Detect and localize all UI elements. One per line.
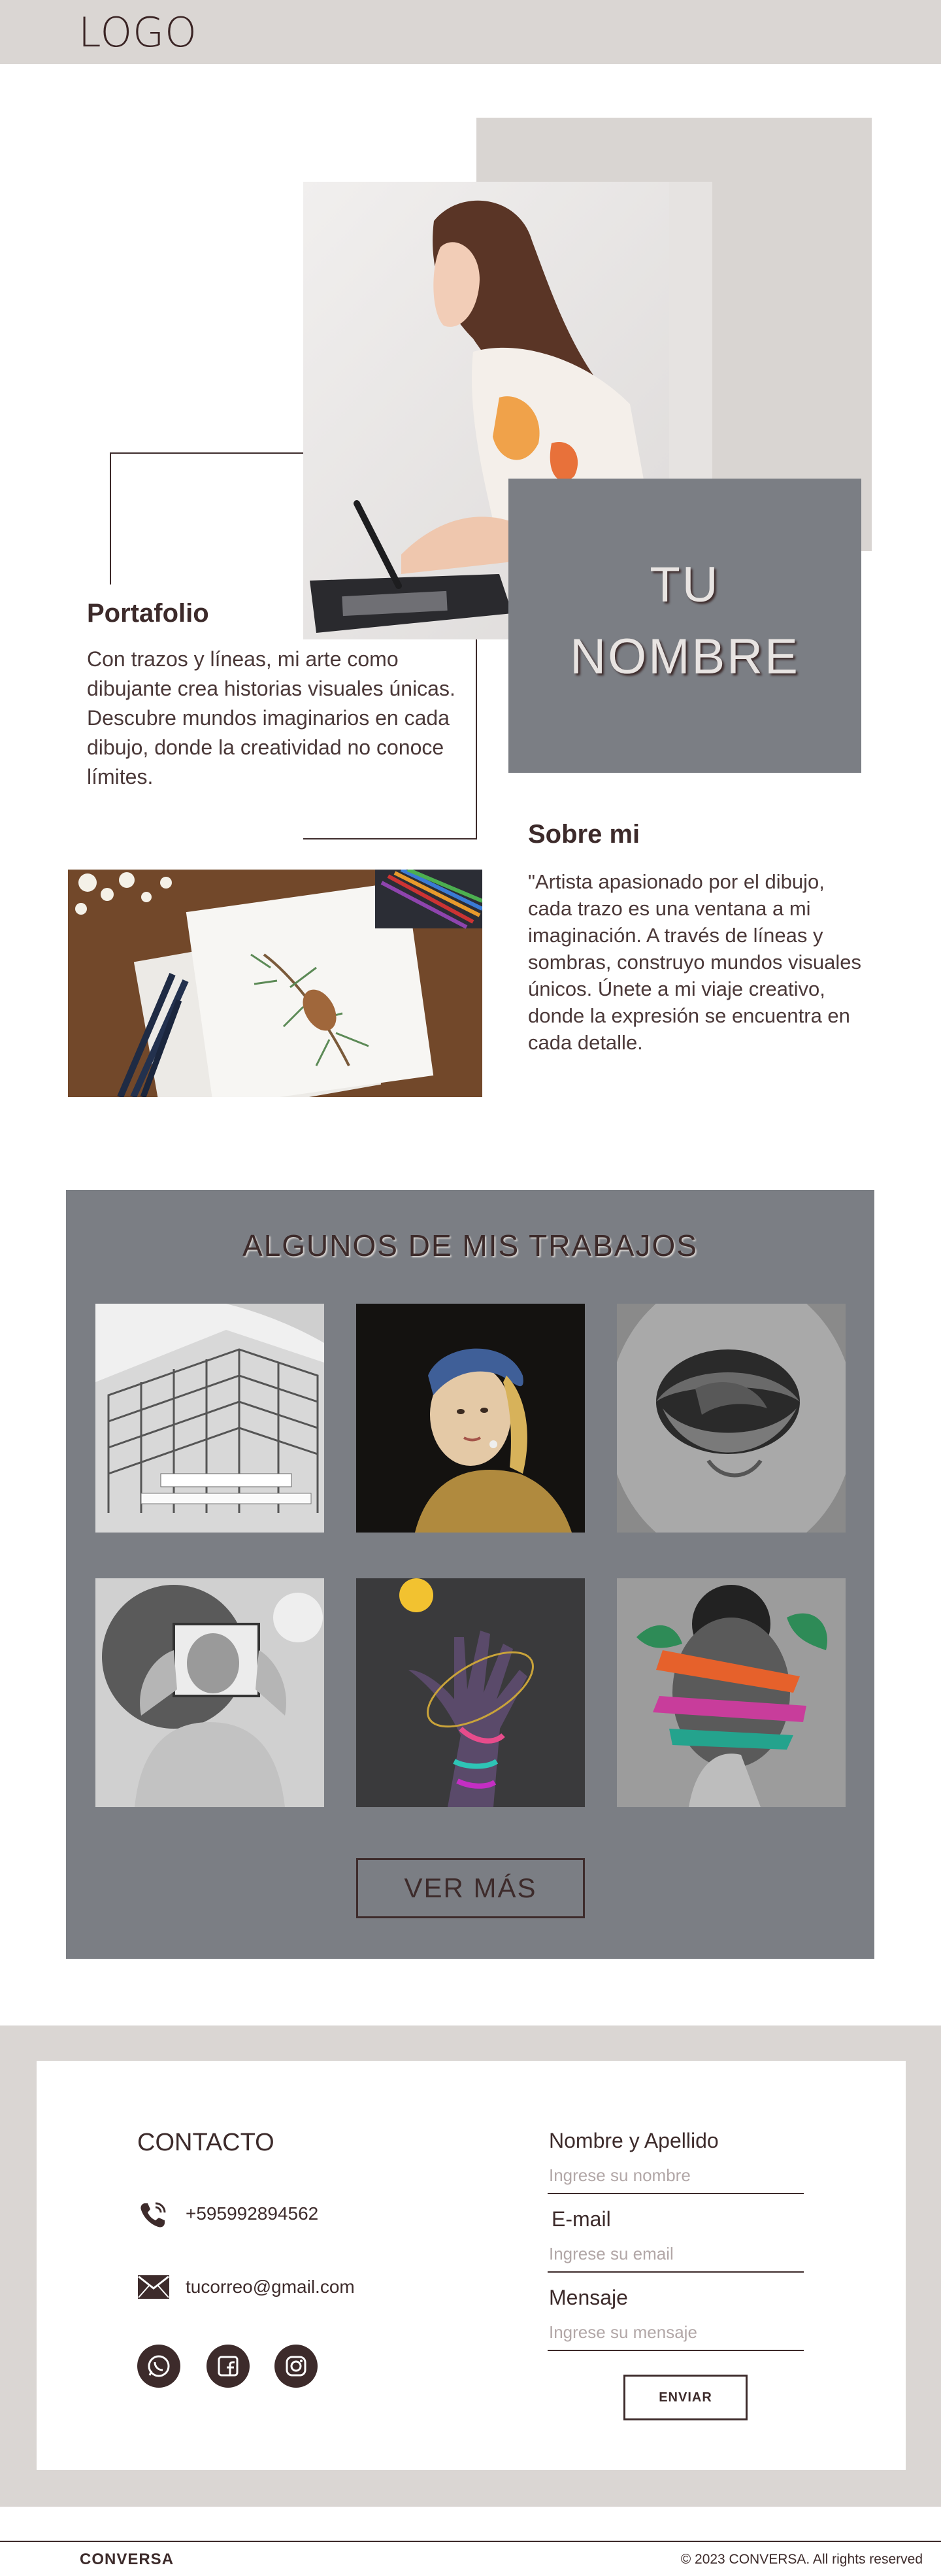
instagram-icon bbox=[286, 2356, 306, 2377]
view-more-button[interactable]: VER MÁS bbox=[356, 1858, 585, 1918]
phone-icon bbox=[137, 2199, 169, 2231]
instagram-button[interactable] bbox=[274, 2345, 318, 2388]
about-title: Sobre mi bbox=[528, 820, 640, 849]
facebook-icon bbox=[218, 2356, 239, 2377]
drawing-desk-photo bbox=[68, 870, 482, 1097]
hero-name-line-2: NOMBRE bbox=[570, 629, 800, 685]
frame-line-bottom bbox=[303, 838, 477, 839]
email-field-label: E-mail bbox=[552, 2207, 611, 2231]
frame-line-right bbox=[476, 639, 477, 839]
frame-line-left bbox=[110, 452, 111, 585]
works-title: ALGUNOS DE MIS TRABAJOS bbox=[242, 1229, 698, 1263]
name-field-label: Nombre y Apellido bbox=[549, 2129, 719, 2152]
whatsapp-button[interactable] bbox=[137, 2345, 180, 2388]
footer-copyright: © 2023 CONVERSA. All rights reserved bbox=[680, 2552, 923, 2567]
whatsapp-icon bbox=[148, 2355, 170, 2377]
email-field[interactable] bbox=[548, 2236, 804, 2273]
work-architecture-photo[interactable] bbox=[95, 1304, 324, 1533]
message-field-label: Mensaje bbox=[549, 2286, 628, 2309]
facebook-button[interactable] bbox=[206, 2345, 250, 2388]
hero-name-line-1: TU bbox=[650, 557, 720, 613]
work-mouth-collage[interactable] bbox=[617, 1304, 846, 1533]
work-colorful-hand-art[interactable] bbox=[356, 1578, 585, 1807]
message-field[interactable] bbox=[548, 2314, 804, 2351]
hero-name: TU NOMBRE bbox=[508, 549, 861, 693]
phone-number[interactable]: +595992894562 bbox=[186, 2203, 318, 2224]
contact-title: CONTACTO bbox=[137, 2129, 274, 2156]
footer-brand[interactable]: CONVERSA bbox=[80, 2551, 174, 2569]
portfolio-description: Con trazos y líneas, mi arte como dibuja… bbox=[87, 647, 455, 788]
work-girl-with-pearl-earring[interactable] bbox=[356, 1304, 585, 1533]
send-button[interactable]: ENVIAR bbox=[623, 2375, 748, 2420]
work-man-with-frame-collage[interactable] bbox=[95, 1578, 324, 1807]
footer-divider bbox=[0, 2541, 941, 2542]
about-description: "Artista apasionado por el dibujo, cada … bbox=[528, 870, 862, 1054]
logo[interactable]: LOGO bbox=[78, 7, 197, 59]
mail-icon bbox=[137, 2274, 170, 2300]
name-field[interactable] bbox=[548, 2158, 804, 2194]
email-address[interactable]: tucorreo@gmail.com bbox=[186, 2277, 355, 2297]
work-face-collage[interactable] bbox=[617, 1578, 846, 1807]
frame-line-top bbox=[110, 452, 303, 454]
portfolio-title: Portafolio bbox=[87, 599, 209, 628]
